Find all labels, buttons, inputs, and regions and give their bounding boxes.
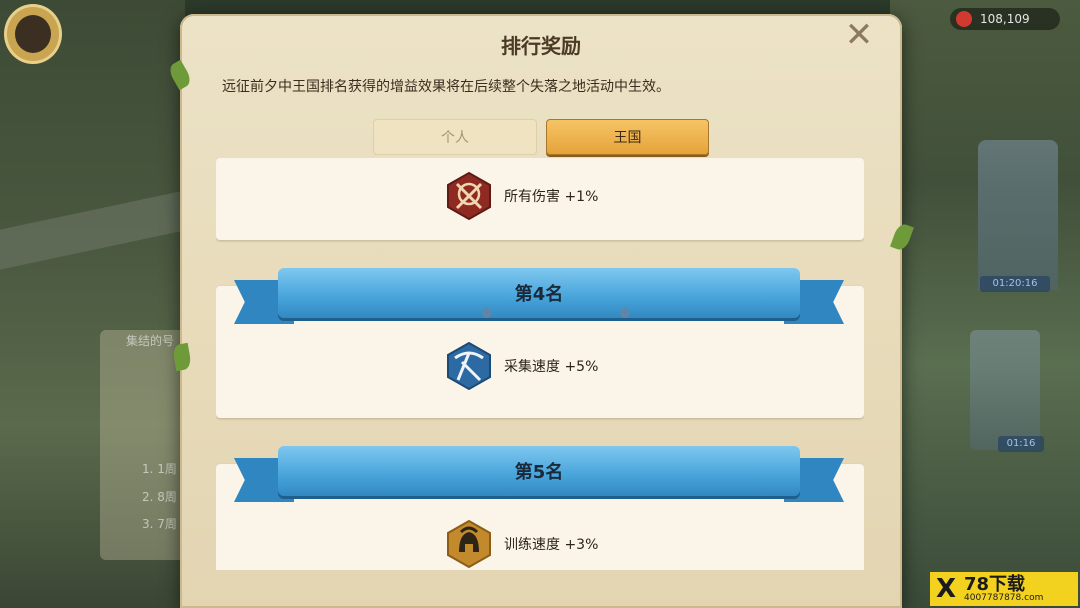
watermark-brand: 78下载: [964, 573, 1026, 595]
rank-banner: 第4名: [234, 268, 844, 330]
background-text: 2. 8周: [142, 490, 177, 504]
background-tower: [978, 140, 1058, 290]
ribbon-dot: [620, 308, 630, 318]
buff-row: 采集速度 +5%: [446, 342, 598, 390]
watermark-site: 4007787878.com: [964, 592, 1044, 603]
buff-text: 采集速度 +5%: [504, 359, 599, 375]
pickaxe-icon: [446, 342, 492, 390]
resource-count: 108,109: [980, 12, 1030, 26]
helmet-icon: [446, 520, 492, 568]
dialog-title: 排行奖励: [501, 34, 581, 58]
background-text: 1. 1周: [142, 462, 177, 476]
player-avatar[interactable]: [4, 4, 62, 64]
rank-label: 第5名: [514, 462, 564, 483]
timer-badge: 01:20:16: [980, 276, 1050, 292]
ribbon-dot: [482, 308, 492, 318]
reward-list[interactable]: 所有伤害 +1% 采集速度 +5% 训练速度 +3%: [216, 158, 864, 570]
resource-counter[interactable]: 108,109: [950, 8, 1060, 30]
close-icon: ✕: [844, 15, 874, 55]
tab-personal[interactable]: 个人: [373, 119, 537, 155]
background-right-scene: [890, 0, 1080, 608]
reward-card: 所有伤害 +1%: [216, 158, 864, 240]
watermark-logo-icon: X: [936, 574, 957, 604]
timer-badge: 01:16: [998, 436, 1044, 452]
background-text: 3. 7周: [142, 517, 177, 531]
background-tower-2: [970, 330, 1040, 450]
tab-kingdom[interactable]: 王国: [546, 119, 709, 155]
leaf-decoration: [171, 342, 193, 372]
buff-row: 所有伤害 +1%: [446, 172, 598, 220]
site-watermark: X 78下载 4007787878.com: [930, 572, 1078, 606]
buff-text: 训练速度 +3%: [504, 537, 599, 553]
dialog-description: 远征前夕中王国排名获得的增益效果将在后续整个失落之地活动中生效。: [222, 79, 670, 95]
buff-row: 训练速度 +3%: [446, 520, 598, 568]
rank-label: 第4名: [514, 284, 564, 305]
swords-icon: [446, 172, 492, 220]
background-text: 集结的号: [126, 334, 175, 348]
buff-text: 所有伤害 +1%: [504, 189, 599, 205]
rank-banner: 第5名: [234, 446, 844, 508]
close-button[interactable]: ✕: [842, 18, 876, 52]
gem-icon: [956, 11, 972, 27]
